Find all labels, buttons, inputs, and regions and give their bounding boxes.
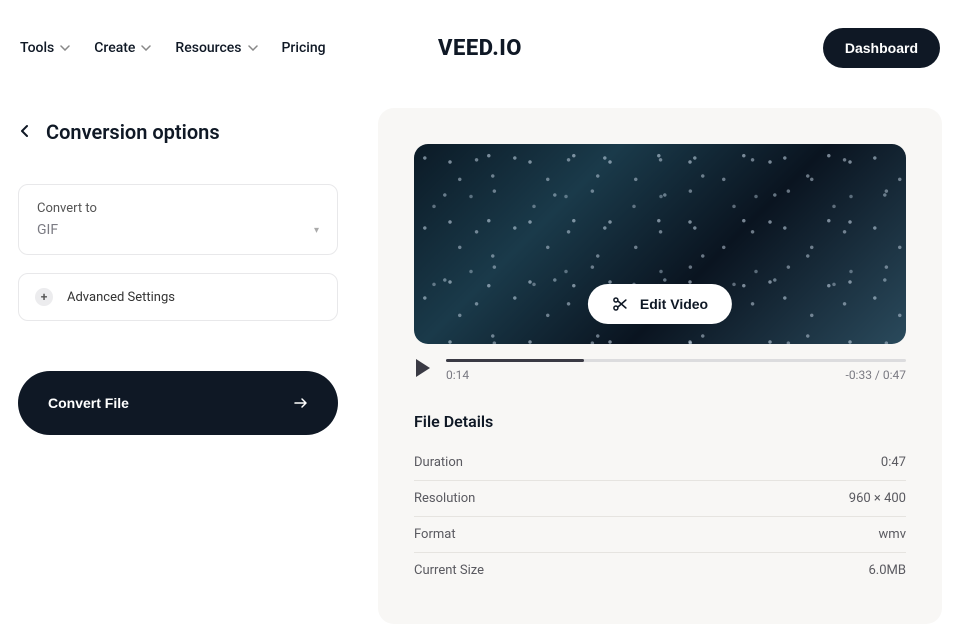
convert-to-value: GIF (37, 222, 58, 238)
convert-to-card: Convert to GIF ▾ (18, 184, 338, 255)
arrow-right-icon (294, 397, 308, 409)
progress-area: 0:14 -0:33 / 0:47 (446, 359, 906, 382)
page-title: Conversion options (46, 120, 220, 144)
remaining-time: -0:33 / 0:47 (846, 368, 907, 382)
back-arrow-icon[interactable] (18, 123, 32, 142)
progress-track[interactable] (446, 359, 906, 362)
edit-video-label: Edit Video (640, 296, 708, 312)
dashboard-button[interactable]: Dashboard (823, 28, 940, 68)
play-button[interactable] (414, 358, 432, 382)
detail-format: Format wmv (414, 517, 906, 553)
left-panel: Conversion options Convert to GIF ▾ + Ad… (18, 108, 338, 624)
file-details-title: File Details (414, 412, 906, 431)
nav-label: Create (94, 40, 135, 56)
detail-label: Duration (414, 455, 463, 470)
nav-tools[interactable]: Tools (20, 40, 70, 56)
detail-label: Resolution (414, 491, 475, 506)
right-panel: Edit Video 0:14 -0:33 / 0:47 File Detail… (378, 108, 942, 624)
nav-label: Pricing (282, 40, 326, 56)
detail-value: 0:47 (881, 455, 906, 470)
file-details: Duration 0:47 Resolution 960 × 400 Forma… (414, 445, 906, 588)
top-nav: Tools Create Resources Pricing (20, 40, 326, 56)
convert-button-label: Convert File (48, 395, 129, 411)
convert-to-select[interactable]: GIF ▾ (37, 222, 319, 238)
detail-size: Current Size 6.0MB (414, 553, 906, 588)
nav-label: Tools (20, 40, 54, 56)
video-player-bar: 0:14 -0:33 / 0:47 (414, 358, 906, 382)
chevron-down-icon: ▾ (314, 225, 319, 236)
chevron-down-icon (141, 45, 151, 51)
nav-label: Resources (175, 40, 241, 56)
plus-icon: + (35, 288, 53, 306)
chevron-down-icon (248, 45, 258, 51)
nav-pricing[interactable]: Pricing (282, 40, 326, 56)
detail-value: 960 × 400 (849, 491, 906, 506)
detail-resolution: Resolution 960 × 400 (414, 481, 906, 517)
chevron-down-icon (60, 45, 70, 51)
nav-resources[interactable]: Resources (175, 40, 257, 56)
detail-label: Format (414, 527, 456, 542)
detail-duration: Duration 0:47 (414, 445, 906, 481)
advanced-settings-label: Advanced Settings (67, 290, 175, 305)
detail-label: Current Size (414, 563, 484, 578)
convert-to-label: Convert to (37, 201, 319, 216)
convert-file-button[interactable]: Convert File (18, 371, 338, 435)
detail-value: 6.0MB (869, 563, 907, 578)
video-preview: Edit Video (414, 144, 906, 344)
logo: VEED.IO (438, 36, 522, 61)
advanced-settings-card[interactable]: + Advanced Settings (18, 273, 338, 321)
progress-fill (446, 359, 584, 362)
scissors-icon (612, 296, 628, 312)
current-time: 0:14 (446, 368, 469, 382)
detail-value: wmv (879, 527, 906, 542)
nav-create[interactable]: Create (94, 40, 151, 56)
edit-video-button[interactable]: Edit Video (588, 284, 732, 324)
header: Tools Create Resources Pricing VEED.IO D… (0, 0, 960, 88)
